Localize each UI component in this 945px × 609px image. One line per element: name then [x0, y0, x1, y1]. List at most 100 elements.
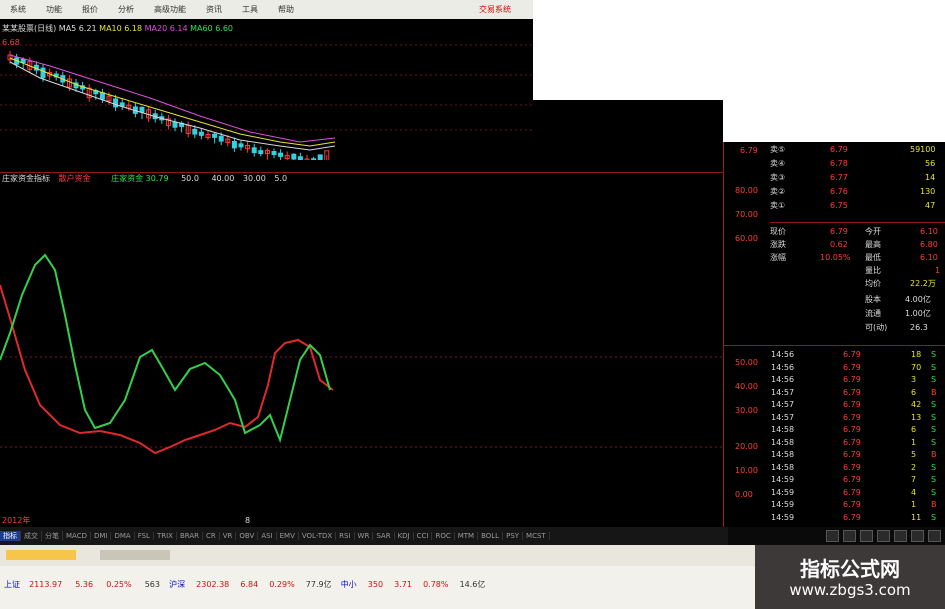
indicator-tab[interactable]: BOLL: [478, 532, 504, 540]
trade-side: B: [931, 450, 937, 459]
trade-side: S: [931, 512, 937, 522]
indicator-name: 庄家资金指标: [2, 174, 50, 183]
indicator-param2: 庄家资金: [111, 174, 144, 183]
trade-time: 14:57: [771, 412, 795, 422]
menu-item[interactable]: 功能: [46, 4, 62, 15]
index-volume: 14.6亿: [459, 580, 486, 589]
index-value: 2113.97: [29, 580, 63, 589]
toolbar-button[interactable]: [860, 530, 873, 542]
indicator-tab[interactable]: 成交: [21, 531, 42, 541]
trade-price: 6.79: [843, 362, 861, 372]
index-label[interactable]: 沪深: [169, 580, 185, 589]
indicator-tab[interactable]: DMA: [111, 532, 135, 540]
ma20-label: MA20 6.14: [144, 24, 188, 33]
indicator-tab[interactable]: ASI: [258, 532, 277, 540]
indicator-tab[interactable]: KDJ: [395, 532, 414, 540]
indicator-tab[interactable]: OBV: [236, 532, 259, 540]
trade-time: 14:59: [771, 500, 795, 509]
index-label[interactable]: 上证: [4, 580, 20, 589]
menu-item[interactable]: 分析: [118, 4, 134, 15]
indicator-tab[interactable]: SAR: [373, 532, 395, 540]
indicator-tab[interactable]: MACD: [63, 532, 91, 540]
trade-volume: 6: [911, 387, 917, 397]
trade-time: 14:59: [771, 512, 795, 522]
trade-volume: 6: [911, 425, 917, 434]
trade-price: 6.79: [843, 412, 861, 422]
kline-header: 某某股票(日线) MA5 6.21 MA10 6.18 MA20 6.14 MA…: [2, 24, 233, 34]
toolbar-button[interactable]: [877, 530, 890, 542]
index-change: 5.36: [75, 580, 94, 589]
scroll-indicator[interactable]: [100, 550, 170, 560]
quote-stats: 现价 6.79 今开 6.10 涨跌 0.62 最高 6.80 涨幅 10.05% 最低 6.10…: [770, 224, 945, 344]
indicator-tab[interactable]: BRAR: [177, 532, 203, 540]
divider: [723, 345, 945, 346]
trade-row: 14:58 6.79 6 S: [771, 423, 945, 436]
menu-item[interactable]: 报价: [82, 4, 98, 15]
toolbar-button[interactable]: [911, 530, 924, 542]
indicator-tab[interactable]: CR: [203, 532, 220, 540]
indicator-tab[interactable]: PSY: [503, 532, 524, 540]
indicator-tab[interactable]: VR: [220, 532, 237, 540]
scroll-indicator[interactable]: [6, 550, 76, 560]
toolbar-buttons: [728, 527, 945, 545]
indicator-tab[interactable]: FSL: [135, 532, 154, 540]
stat-value: 22.2万: [910, 279, 936, 288]
indicator-tab[interactable]: CCI: [414, 532, 433, 540]
menu-item[interactable]: 资讯: [206, 4, 222, 15]
axis-tick: 70.00: [735, 210, 758, 219]
main-menu-bar: 系统 功能 报价 分析 高级功能 资讯 工具 帮助 交易系统: [0, 0, 533, 19]
menu-item[interactable]: 工具: [242, 4, 258, 15]
trade-volume: 70: [911, 362, 922, 372]
trade-row: 14:58 6.79 1 S: [771, 436, 945, 449]
indicator-tab[interactable]: 分笔: [42, 531, 63, 541]
trade-row: 14:58 6.79 5 B: [771, 448, 945, 461]
index-value: 350: [367, 580, 384, 589]
trade-volume: 3: [911, 375, 917, 384]
trade-time: 14:58: [771, 425, 795, 434]
indicator-tab[interactable]: VOL-TDX: [299, 532, 337, 540]
index-pct: 0.29%: [269, 580, 295, 589]
indicator-tab[interactable]: ROC: [432, 532, 455, 540]
trade-time: 14:58: [771, 437, 795, 447]
trade-volume: 1: [911, 437, 917, 447]
toolbar-button[interactable]: [826, 530, 839, 542]
trade-row: 14:57 6.79 6 B: [771, 386, 945, 399]
trade-row: 14:59 6.79 11 S: [771, 511, 945, 524]
indicator-val1: 30.79: [145, 174, 169, 183]
menu-item[interactable]: 系统: [10, 4, 26, 15]
indicator-tab[interactable]: WR: [355, 532, 374, 540]
indicator-tab[interactable]: TRIX: [154, 532, 177, 540]
toolbar-button[interactable]: [894, 530, 907, 542]
indicator-tab[interactable]: EMV: [277, 532, 299, 540]
index-label[interactable]: 中小: [341, 580, 357, 589]
trade-side: S: [931, 437, 937, 447]
menu-item[interactable]: 高级功能: [154, 4, 186, 15]
index-pct: 0.25%: [106, 580, 132, 589]
trade-price: 6.79: [843, 475, 861, 484]
trade-price: 6.79: [843, 462, 861, 472]
trade-volume: 18: [911, 350, 922, 359]
trade-price: 6.79: [843, 437, 861, 447]
indicator-tab[interactable]: MTM: [455, 532, 479, 540]
indicator-tab[interactable]: DMI: [91, 532, 112, 540]
axis-top-price: 6.79: [740, 146, 758, 155]
toolbar-button[interactable]: [843, 530, 856, 542]
trade-row: 14:58 6.79 2 S: [771, 461, 945, 474]
indicator-tab[interactable]: 指标: [0, 531, 21, 541]
menu-item[interactable]: 帮助: [278, 4, 294, 15]
toolbar-button[interactable]: [928, 530, 941, 542]
index-value: 2302.38: [196, 580, 230, 589]
indicator-tab[interactable]: RSI: [336, 532, 355, 540]
trade-row: 14:56 6.79 3 S: [771, 373, 945, 386]
trade-side: B: [931, 387, 937, 397]
trade-volume: 4: [911, 487, 917, 497]
trade-side: S: [931, 412, 937, 422]
sell-level-price: 6.75: [830, 201, 848, 210]
trade-price: 6.79: [843, 512, 861, 522]
trade-row: 14:57 6.79 42 S: [771, 398, 945, 411]
indicator-tab[interactable]: MCST: [523, 532, 550, 540]
trade-row: 14:59 6.79 7 S: [771, 473, 945, 486]
watermark-url: www.zbgs3.com: [789, 581, 911, 599]
index-change: 3.71: [394, 580, 412, 589]
watermark: 指标公式网 www.zbgs3.com: [755, 545, 945, 609]
